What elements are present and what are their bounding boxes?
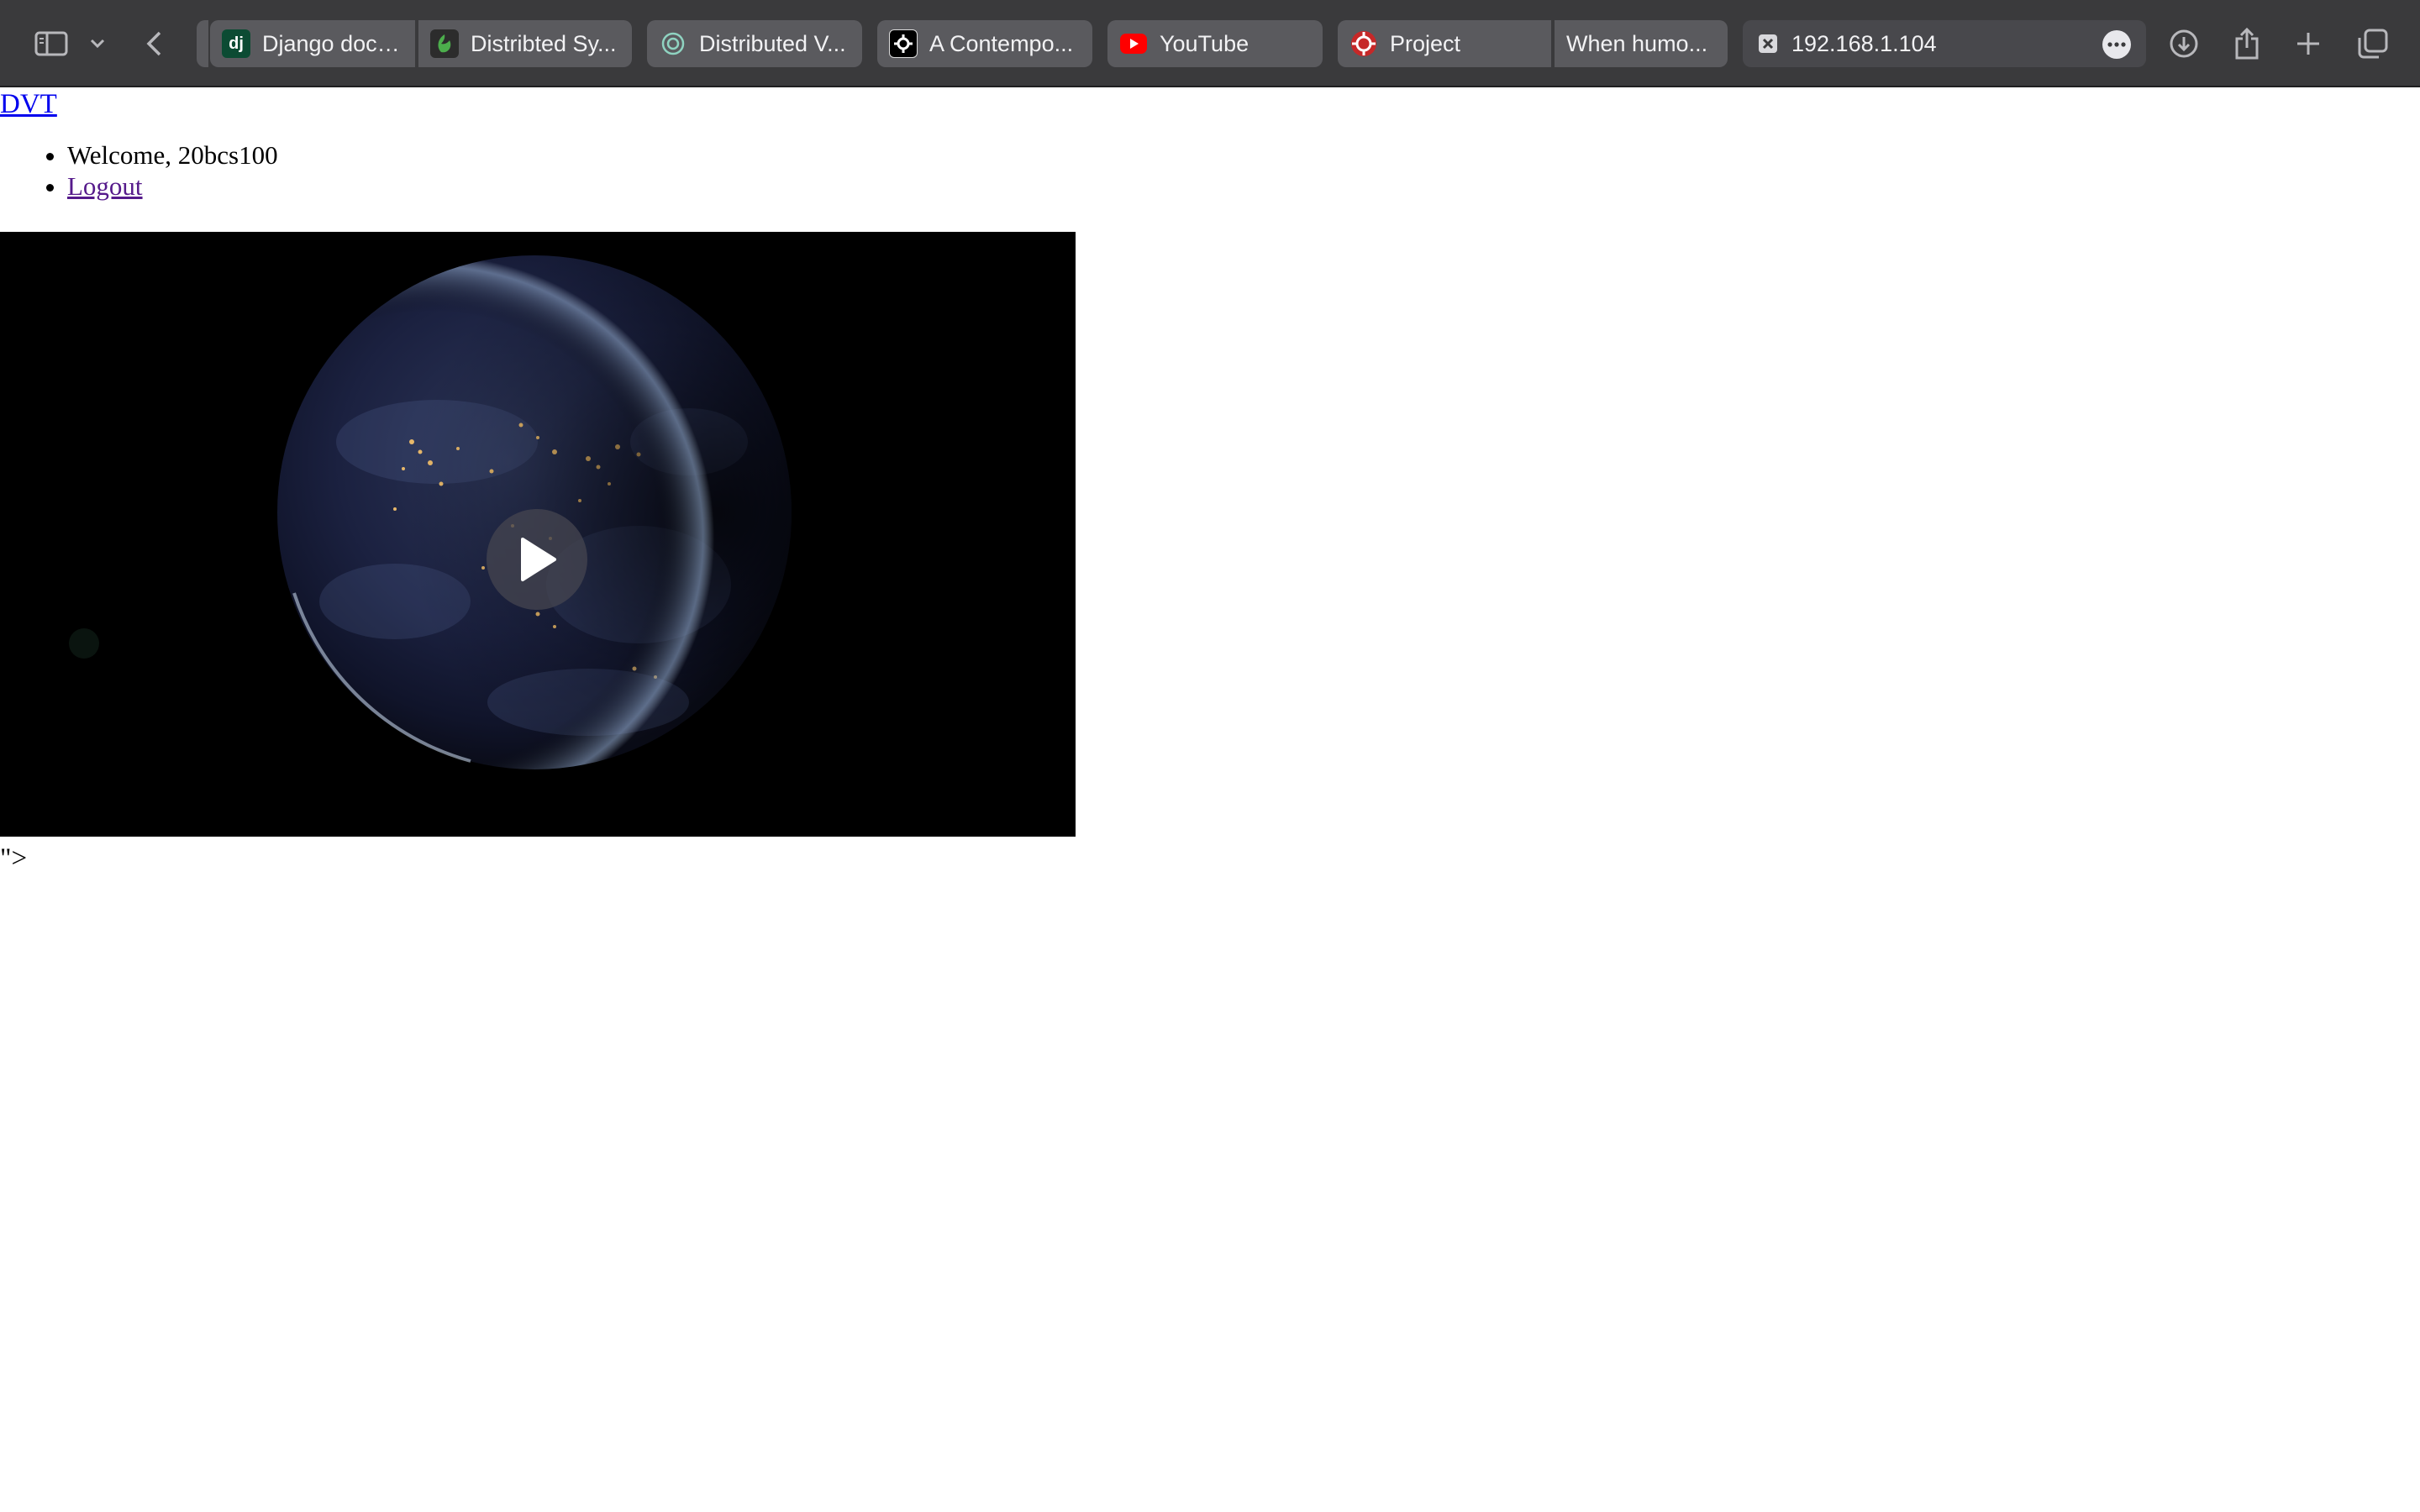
sidebar-toggle-button[interactable]	[32, 20, 71, 67]
more-options-icon[interactable]	[2102, 30, 2131, 59]
overleaf-icon	[430, 29, 459, 58]
tab-project[interactable]: Project	[1338, 20, 1551, 67]
browser-toolbar: dj Django docu... Distribted Sy... Distr…	[0, 0, 2420, 87]
logout-link[interactable]: Logout	[67, 171, 143, 201]
tab-youtube[interactable]: YouTube	[1107, 20, 1323, 67]
address-text: 192.168.1.104	[1791, 30, 1937, 56]
video-player[interactable]	[0, 232, 1076, 837]
tab-label: Project	[1390, 30, 1461, 56]
nav-list: Welcome, 20bcs100 Logout	[0, 139, 278, 202]
tab-label: Distribted Sy...	[471, 30, 617, 56]
play-button[interactable]	[487, 509, 587, 610]
gear-logo-icon	[889, 29, 918, 58]
tab-label: YouTube	[1160, 30, 1249, 56]
plus-icon	[2297, 33, 2319, 55]
tab-distributed-v[interactable]: Distributed V...	[647, 20, 862, 67]
tab-label: Django docu...	[262, 30, 403, 56]
youtube-icon	[1119, 29, 1148, 58]
logout-item: Logout	[67, 171, 278, 202]
tab-group-edge	[197, 20, 208, 67]
tab-when-humo[interactable]: When humo...	[1553, 20, 1728, 67]
welcome-item: Welcome, 20bcs100	[67, 139, 278, 171]
downloads-button[interactable]	[2168, 20, 2200, 67]
sidebar-menu-button[interactable]	[87, 20, 108, 67]
tab-distributed-systems[interactable]: Distribted Sy...	[417, 20, 632, 67]
project-icon	[1349, 29, 1378, 58]
close-x-icon[interactable]	[1756, 32, 1780, 55]
tab-label: When humo...	[1566, 30, 1708, 56]
tab-label: Distributed V...	[699, 30, 846, 56]
tab-active-address[interactable]: 192.168.1.104	[1743, 20, 2146, 67]
play-icon	[521, 538, 556, 581]
sidebar-icon	[34, 31, 68, 56]
chevron-left-icon	[146, 31, 161, 56]
chatgpt-icon	[659, 29, 687, 58]
download-icon	[2170, 29, 2198, 58]
chevron-down-icon	[90, 39, 105, 49]
tab-django[interactable]: dj Django docu...	[210, 20, 415, 67]
django-icon: dj	[222, 29, 250, 58]
brand-link[interactable]: DVT	[0, 89, 57, 120]
tab-a-contemporary[interactable]: A Contempo...	[877, 20, 1092, 67]
share-button[interactable]	[2232, 20, 2262, 67]
new-tab-button[interactable]	[2292, 20, 2324, 67]
welcome-text: Welcome, 20bcs100	[67, 140, 278, 170]
page-content: DVT Welcome, 20bcs100 Logout	[0, 89, 2420, 1512]
tab-overview-icon	[2358, 29, 2388, 59]
stray-markup-text: ">	[0, 843, 28, 874]
share-icon	[2235, 27, 2259, 60]
tab-overview-button[interactable]	[2356, 20, 2390, 67]
back-button[interactable]	[141, 20, 166, 67]
tab-label: A Contempo...	[929, 30, 1074, 56]
